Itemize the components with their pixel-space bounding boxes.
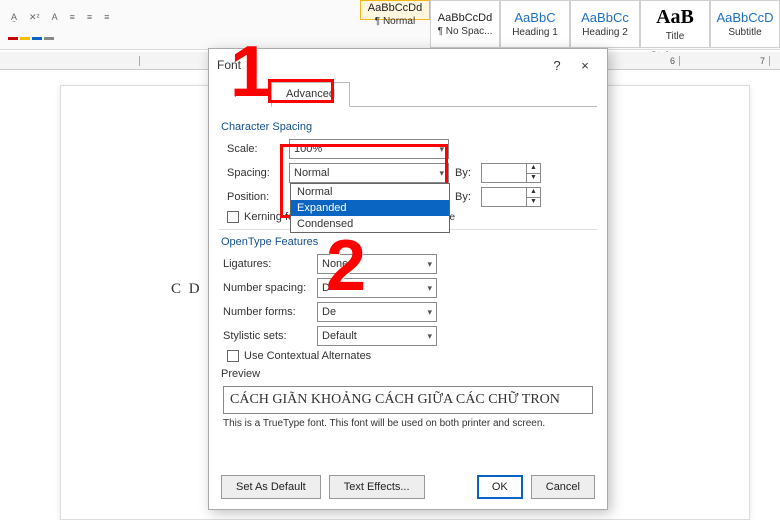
group-character-spacing: Character Spacing (221, 121, 593, 133)
numforms-label: Number forms: (223, 306, 311, 318)
ligatures-select[interactable]: None▾ (317, 254, 437, 274)
checkbox-icon (227, 350, 239, 362)
spacing-option[interactable]: Condensed (291, 216, 449, 232)
spacing-option[interactable]: Expanded (291, 200, 449, 216)
help-button[interactable]: ? (543, 53, 571, 77)
spacing-by-spinner[interactable]: ▲▼ (481, 163, 541, 183)
chevron-down-icon: ▾ (427, 331, 432, 342)
scale-label: Scale: (223, 143, 283, 155)
spinner-up-icon[interactable]: ▲ (526, 164, 540, 174)
scale-select[interactable]: 100%▾ (289, 139, 449, 159)
spinner-down-icon[interactable]: ▼ (526, 198, 540, 207)
text-effects-button[interactable]: Text Effects... (329, 475, 425, 499)
by-label-2: By: (455, 191, 475, 203)
dialog-title: Font (217, 58, 543, 72)
numforms-select[interactable]: De▾ (317, 302, 437, 322)
dialog-button-row: Set As Default Text Effects... OK Cancel (209, 465, 607, 509)
style-item[interactable]: AaBbCcDSubtitle (710, 0, 780, 48)
spacing-dropdown[interactable]: NormalExpandedCondensed (290, 183, 450, 233)
position-label: Position: (223, 191, 283, 203)
tab-font[interactable]: Font (219, 82, 271, 107)
font-dialog: Font ? × Font Advanced Character Spacing… (208, 48, 608, 510)
ribbon-font-group: A̱✕²A≡≡≡ (0, 0, 200, 50)
ribbon: A̱✕²A≡≡≡ AaBbCcDd¶ NormalAaBbCcDd¶ No Sp… (0, 0, 780, 50)
chevron-down-icon: ▾ (427, 259, 432, 270)
preview-note: This is a TrueType font. This font will … (223, 418, 593, 429)
close-button[interactable]: × (571, 53, 599, 77)
ligatures-label: Ligatures: (223, 258, 311, 270)
chevron-down-icon: ▾ (427, 307, 432, 318)
set-default-button[interactable]: Set As Default (221, 475, 321, 499)
position-by-spinner[interactable]: ▲▼ (481, 187, 541, 207)
styles-gallery[interactable]: AaBbCcDd¶ NormalAaBbCcDd¶ No Spac...AaBb… (360, 0, 780, 49)
numspacing-label: Number spacing: (223, 282, 311, 294)
stylistic-label: Stylistic sets: (223, 330, 311, 342)
cancel-button[interactable]: Cancel (531, 475, 595, 499)
by-label-1: By: (455, 167, 475, 179)
preview-box: CÁCH GIÃN KHOẢNG CÁCH GIỮA CÁC CHỮ TRON (223, 386, 593, 414)
dialog-titlebar: Font ? × (209, 49, 607, 81)
style-item[interactable]: AaBbCcDd¶ No Spac... (430, 0, 500, 48)
chevron-down-icon: ▾ (439, 168, 444, 179)
tab-advanced[interactable]: Advanced (271, 82, 350, 107)
contextual-checkbox[interactable]: Use Contextual Alternates (227, 350, 593, 362)
stylistic-select[interactable]: Default▾ (317, 326, 437, 346)
style-item[interactable]: AaBbCcHeading 2 (570, 0, 640, 48)
spinner-up-icon[interactable]: ▲ (526, 188, 540, 198)
dialog-tabs: Font Advanced (219, 81, 597, 107)
spacing-select[interactable]: Normal▾ NormalExpandedCondensed (289, 163, 449, 183)
chevron-down-icon: ▾ (439, 144, 444, 155)
numspacing-select[interactable]: Def▾ (317, 278, 437, 298)
preview-title: Preview (221, 368, 593, 380)
style-item[interactable]: AaBbCHeading 1 (500, 0, 570, 48)
spinner-down-icon[interactable]: ▼ (526, 174, 540, 183)
checkbox-icon (227, 211, 239, 223)
spacing-label: Spacing: (223, 167, 283, 179)
chevron-down-icon: ▾ (427, 283, 432, 294)
group-opentype: OpenType Features (221, 236, 593, 248)
ok-button[interactable]: OK (477, 475, 523, 499)
dialog-body: Character Spacing Scale: 100%▾ Spacing: … (209, 107, 607, 465)
style-item[interactable]: AaBbCcDd¶ Normal (360, 0, 430, 20)
style-item[interactable]: AaBTitle (640, 0, 710, 48)
spacing-option[interactable]: Normal (291, 184, 449, 200)
